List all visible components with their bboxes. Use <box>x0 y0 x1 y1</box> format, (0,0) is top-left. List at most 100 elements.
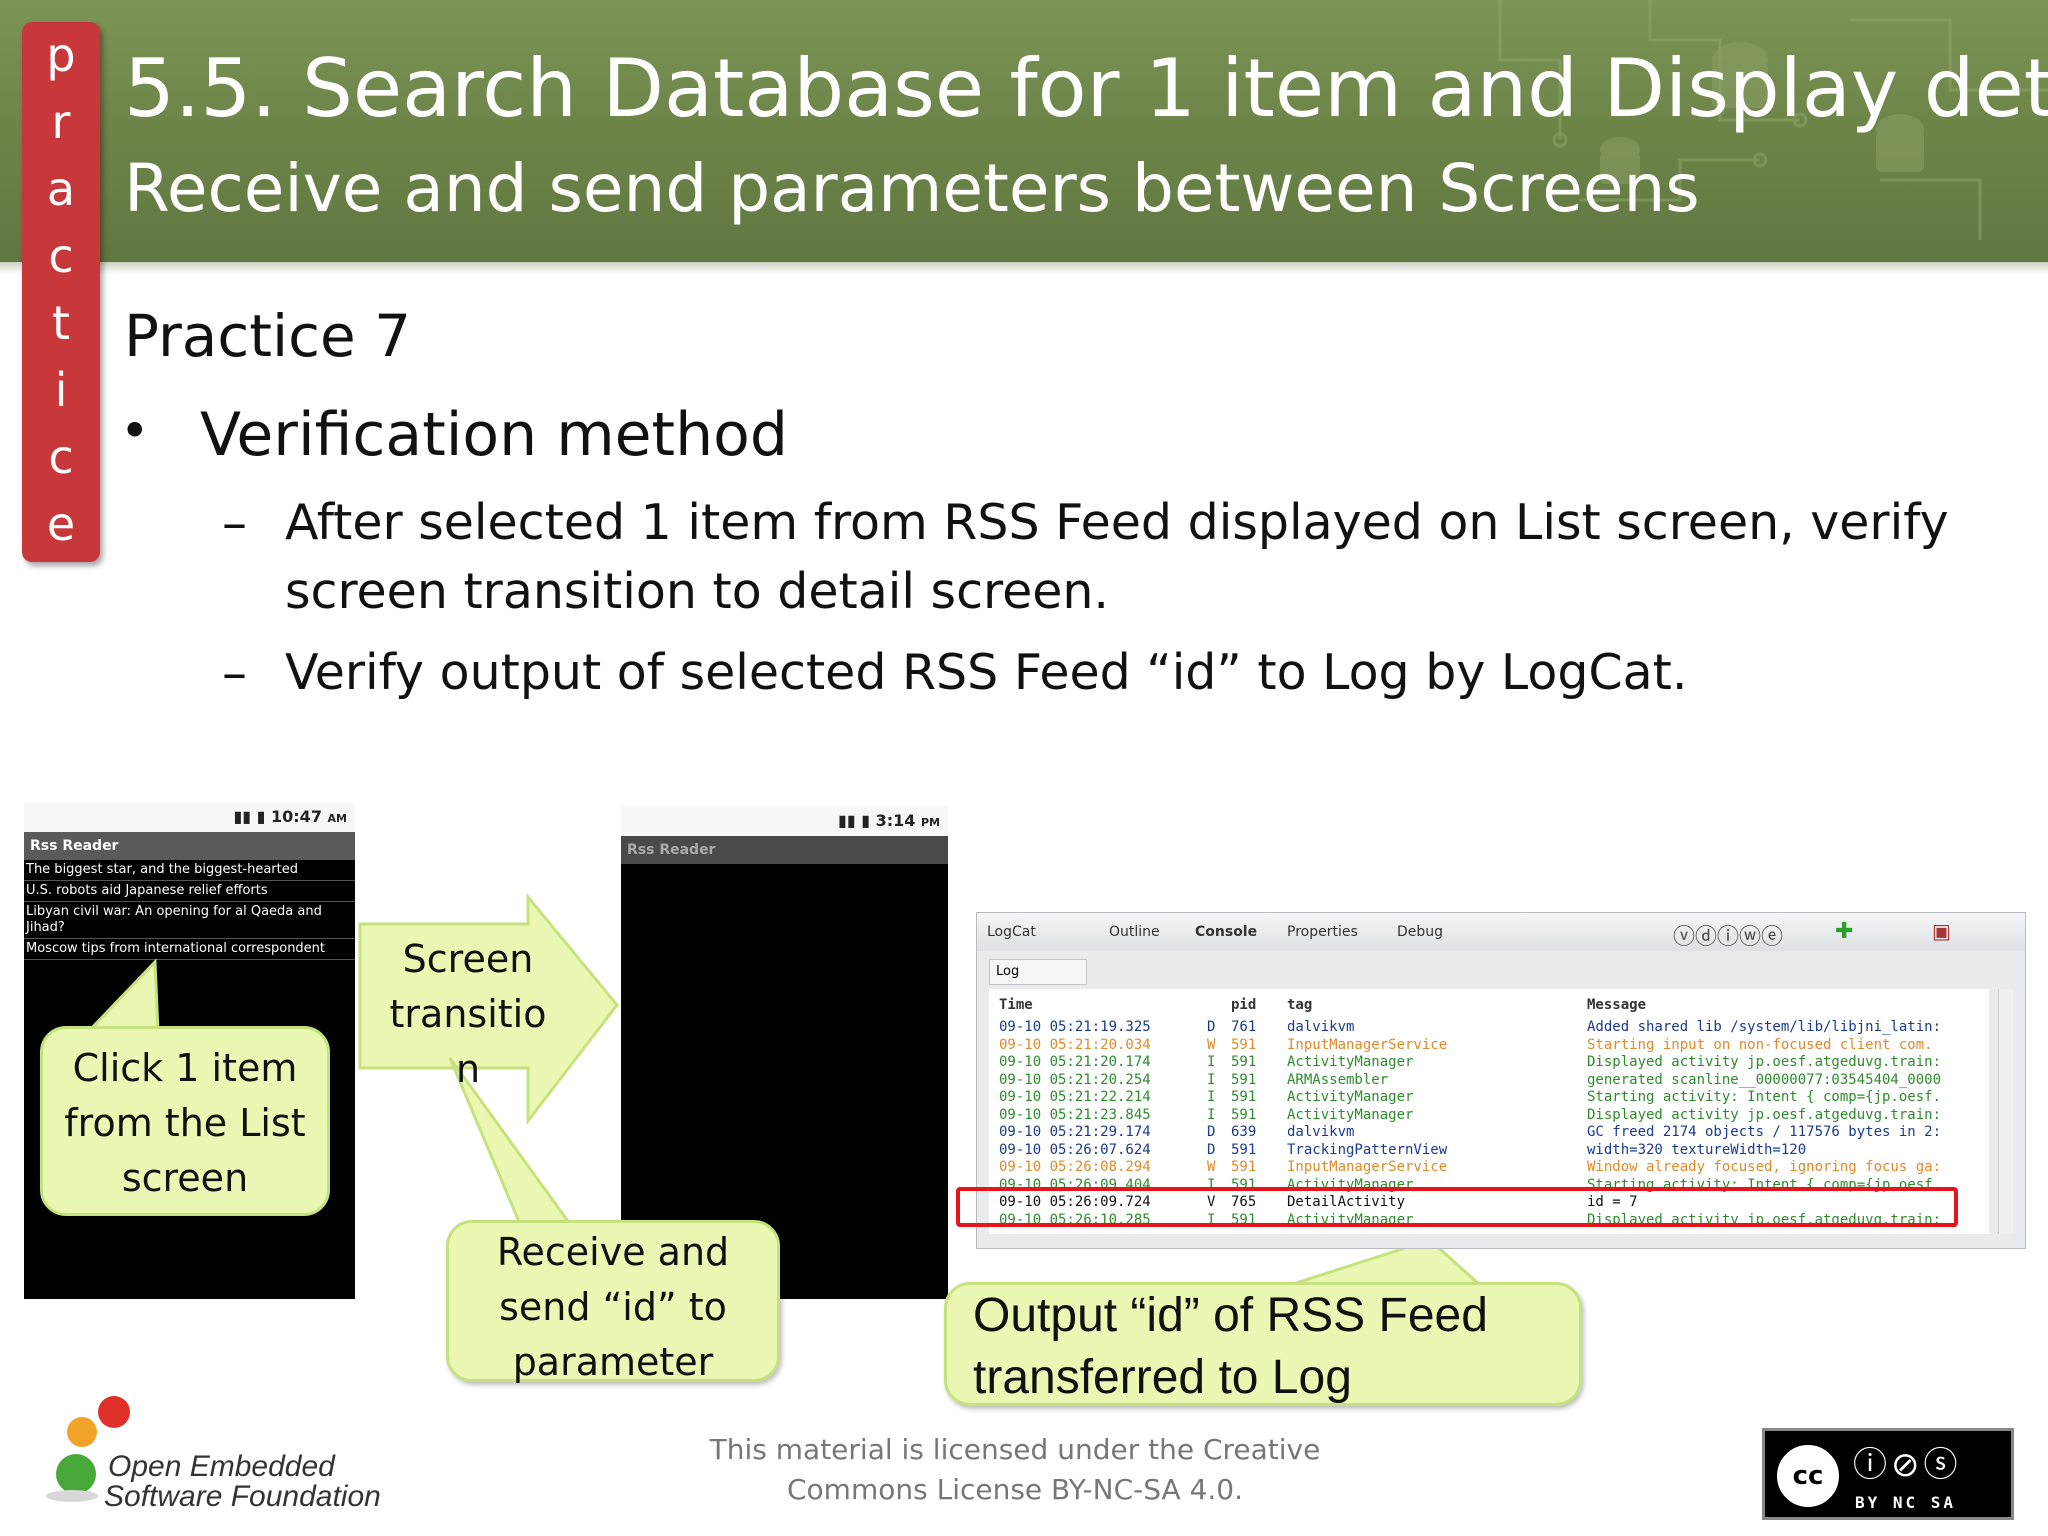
logcat-cell-pid: 591 <box>1231 1054 1257 1070</box>
logcat-tab-bar: LogCat Outline Console Properties Debug … <box>977 913 2025 951</box>
tab-letter: r <box>51 95 71 149</box>
output-id-callout: Output “id” of RSS Feed transferred to L… <box>944 1282 1582 1406</box>
logcat-cell-time: 09-10 05:21:29.174 <box>999 1124 1151 1140</box>
logcat-cell-tag: ARMAssembler <box>1287 1071 1389 1088</box>
tab-properties[interactable]: Properties <box>1287 924 1358 940</box>
tab-outline[interactable]: Outline <box>1109 924 1160 940</box>
logcat-cell-time: 09-10 05:21:22.214 <box>999 1089 1151 1105</box>
tab-debug[interactable]: Debug <box>1397 924 1443 940</box>
logcat-cell-msg: GC freed 2174 objects / 117576 bytes in … <box>1587 1124 1942 1140</box>
app-title-bar: Rss Reader <box>621 836 948 864</box>
add-filter-icon[interactable]: ✚ <box>1835 919 1853 944</box>
list-item[interactable]: Moscow tips from international correspon… <box>24 939 355 960</box>
license-text: This material is licensed under the Crea… <box>660 1430 1370 1510</box>
by-nc-sa-icons: ⓘ⊘ⓢ <box>1853 1445 1962 1485</box>
highlight-box <box>956 1187 1958 1227</box>
bullet-dot: • <box>120 402 150 460</box>
license-line-2: Commons License BY-NC-SA 4.0. <box>787 1473 1243 1506</box>
logcat-cell-msg: Displayed activity jp.oesf.atgeduvg.trai… <box>1587 1054 1942 1070</box>
list-item[interactable]: The biggest star, and the biggest-hearte… <box>24 860 355 881</box>
page-title: 5.5. Search Database for 1 item and Disp… <box>124 42 2048 135</box>
logcat-cell-pid: 591 <box>1231 1141 1257 1158</box>
log-level-icons[interactable]: ⓥⓓⓘⓦⓔ <box>1673 919 1783 951</box>
tab-letter: i <box>54 363 68 417</box>
tab-console[interactable]: Console <box>1195 924 1257 940</box>
cc-badge-text: BY NC SA <box>1855 1493 1957 1512</box>
clock-ampm: PM <box>920 816 940 829</box>
logcat-cell-lvl: D <box>1207 1124 1216 1140</box>
logcat-cell-lvl: D <box>1207 1019 1216 1035</box>
logcat-cell-lvl: W <box>1207 1036 1216 1053</box>
logcat-cell-time: 09-10 05:21:19.325 <box>999 1019 1151 1035</box>
clock: 3:14 <box>875 811 916 830</box>
col-message: Message <box>1587 997 1647 1013</box>
header-banner: 5.5. Search Database for 1 item and Disp… <box>0 0 2048 272</box>
list-item[interactable]: U.S. robots aid Japanese relief efforts <box>24 881 355 902</box>
list-item[interactable]: Libyan civil war: An opening for al Qaed… <box>24 902 355 939</box>
logcat-cell-msg: width=320 textureWidth=120 <box>1587 1141 1807 1158</box>
logcat-cell-tag: dalvikvm <box>1287 1124 1355 1140</box>
logcat-cell-pid: 591 <box>1231 1036 1257 1053</box>
logcat-cell-tag: dalvikvm <box>1287 1019 1355 1035</box>
col-tag: tag <box>1287 997 1313 1013</box>
logcat-cell-msg: Added shared lib /system/lib/libjni_lati… <box>1587 1019 1942 1035</box>
status-bar: ▮▮ ▮ 10:47 AM <box>24 802 355 832</box>
clear-log-icon[interactable]: ▣ <box>1932 919 1951 943</box>
logcat-cell-time: 09-10 05:26:07.624 <box>999 1141 1151 1158</box>
license-line-1: This material is licensed under the Crea… <box>709 1433 1321 1466</box>
page-subtitle: Receive and send parameters between Scre… <box>124 150 1700 227</box>
signal-icon: ▮▮ ▮ <box>838 811 871 830</box>
logcat-cell-lvl: I <box>1207 1089 1216 1105</box>
receive-id-callout: Receive and send “id” to parameter <box>446 1220 780 1384</box>
log-filter-tab[interactable]: Log <box>989 959 1087 985</box>
org-name-line-2: Software Foundation <box>104 1480 381 1513</box>
tab-letter: c <box>48 229 74 283</box>
logcat-cell-msg: Starting input on non-focused client com… <box>1587 1036 1933 1053</box>
logcat-scrollbar[interactable] <box>1998 989 2013 1234</box>
tab-letter: c <box>48 430 74 484</box>
logcat-cell-tag: ActivityManager <box>1287 1106 1414 1123</box>
tab-logcat[interactable]: LogCat <box>987 924 1036 940</box>
logcat-cell-time: 09-10 05:26:08.294 <box>999 1159 1151 1175</box>
sub-item-1-line-1: After selected 1 item from RSS Feed disp… <box>285 494 1949 551</box>
logcat-cell-tag: ActivityManager <box>1287 1054 1414 1070</box>
practice-tab: p r a c t i c e <box>22 22 100 562</box>
click-item-callout: Click 1 item from the List screen <box>40 1026 330 1216</box>
app-title-bar: Rss Reader <box>24 832 355 860</box>
tab-letter: e <box>46 497 76 551</box>
sub-item-1-line-2: screen transition to detail screen. <box>285 563 1110 620</box>
logcat-cell-msg: Window already focused, ignoring focus g… <box>1587 1159 1942 1175</box>
cc-license-badge[interactable]: cc ⓘ⊘ⓢ BY NC SA <box>1762 1428 2014 1520</box>
logcat-cell-pid: 639 <box>1231 1124 1257 1140</box>
transition-label: Screen transitio n <box>389 937 547 1091</box>
logcat-cell-time: 09-10 05:21:20.174 <box>999 1054 1151 1070</box>
org-name-line-1: Open Embedded <box>108 1450 335 1483</box>
logcat-cell-pid: 761 <box>1231 1019 1257 1035</box>
logcat-cell-msg: Starting activity: Intent { comp={jp.oes… <box>1587 1089 1942 1105</box>
logcat-cell-tag: InputManagerService <box>1287 1159 1448 1175</box>
clock-ampm: AM <box>327 812 347 825</box>
col-time: Time <box>999 997 1033 1013</box>
logcat-cell-lvl: I <box>1207 1106 1216 1123</box>
logcat-cell-lvl: D <box>1207 1141 1216 1158</box>
logcat-cell-time: 09-10 05:21:20.034 <box>999 1036 1151 1053</box>
logcat-cell-time: 09-10 05:21:20.254 <box>999 1071 1151 1088</box>
practice-heading: Practice 7 <box>124 302 411 370</box>
logcat-cell-tag: InputManagerService <box>1287 1036 1448 1053</box>
tab-letter: a <box>46 162 76 216</box>
logcat-cell-time: 09-10 05:21:23.845 <box>999 1106 1151 1123</box>
header-shadow <box>0 262 2048 274</box>
logcat-cell-pid: 591 <box>1231 1159 1257 1175</box>
logcat-cell-lvl: I <box>1207 1054 1216 1070</box>
logcat-cell-msg: Displayed activity jp.oesf.atgeduvg.trai… <box>1587 1106 1942 1123</box>
logcat-cell-pid: 591 <box>1231 1106 1257 1123</box>
logcat-cell-tag: ActivityManager <box>1287 1089 1414 1105</box>
status-bar: ▮▮ ▮ 3:14 PM <box>621 806 948 836</box>
bullet-verification-method: Verification method <box>200 400 788 470</box>
dash-2: – <box>222 644 247 702</box>
logcat-cell-lvl: I <box>1207 1071 1216 1088</box>
clock: 10:47 <box>271 807 322 826</box>
logcat-cell-msg: generated scanline__00000077:03545404_00… <box>1587 1071 1942 1088</box>
dash-1: – <box>222 494 247 552</box>
logcat-cell-lvl: W <box>1207 1159 1216 1175</box>
